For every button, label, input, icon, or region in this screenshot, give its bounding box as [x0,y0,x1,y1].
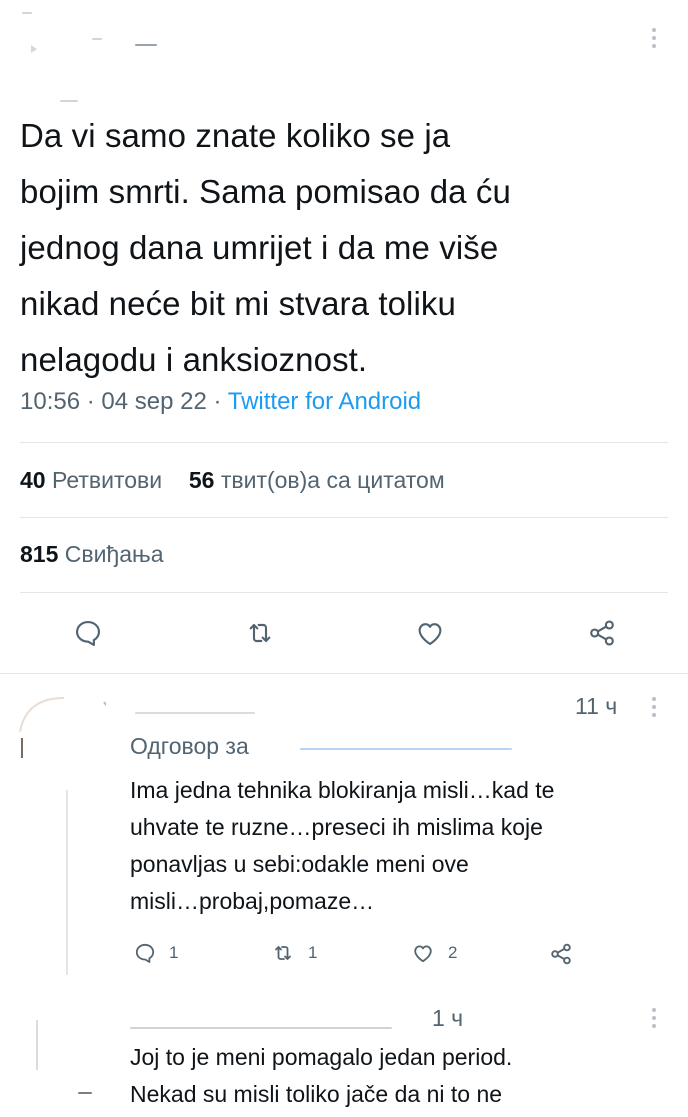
like-button[interactable] [410,613,450,653]
thread-line [66,790,68,975]
avatar-remnant [78,1092,92,1094]
retweet-icon [249,623,271,643]
reply-text-line: Ima jedna tehnika blokiranja misli…kad t… [130,777,555,803]
username-blurred [130,1027,392,1029]
reply-to-handle-blurred[interactable] [300,748,512,750]
tweet-time[interactable]: 10:56 [20,388,80,415]
divider [20,517,668,518]
reply-retweet-button[interactable]: 1 [270,941,317,965]
reply-age: 11 ч [575,693,618,719]
more-options-icon[interactable] [651,697,657,721]
likes-stat[interactable]: 815 Свиђања [20,541,164,568]
reply-like-button[interactable]: 2 [410,941,457,965]
reply-button[interactable] [68,613,108,653]
username-blurred [135,712,255,714]
reply-icon [135,943,155,963]
reply-age: 1 ч [432,1005,464,1031]
reply-reply-button[interactable]: 1 [133,941,178,965]
likes-label: Свиђања [64,541,164,567]
reply-to-label: Одговор за [130,733,249,759]
tweet-text-line: Da vi samo znate koliko se ja [20,117,451,154]
more-options-icon[interactable] [651,1008,657,1032]
tweet-text-line: bojim smrti. Sama pomisao da ću [20,173,511,210]
like-icon [414,945,432,963]
reply-text-line: misli…probaj,pomaze… [130,888,375,914]
tweet-text-line: nelagodu i anksioznost. [20,341,368,378]
reply-to-line: Одговор за [130,733,249,760]
username-blurred [92,38,102,40]
retweet-icon [275,946,291,960]
quotes-count: 56 [188,467,215,493]
stats-row: 40 Ретвитови 56 твит(ов)а са цитатом [20,467,445,494]
like-count: 2 [448,943,458,962]
quotes-stat[interactable]: 56 твит(ов)а са цитатом [189,467,445,493]
divider [20,592,668,593]
reply-text-line: uhvate te ruzne…preseci ih mislima koje [130,814,543,840]
retweet-button[interactable] [240,613,280,653]
share-icon [590,620,614,646]
reply-icon [76,621,100,647]
retweet-count: 1 [308,943,318,962]
divider [20,442,668,443]
reply-text-line: ponavljas u sebi:odakle meni ove [130,851,469,877]
handle-blurred [60,100,78,102]
retweets-label: Ретвитови [51,467,163,493]
avatar[interactable] [16,688,106,768]
retweets-stat[interactable]: 40 Ретвитови [20,467,162,493]
tweet-meta: 10:56 · 04 sep 22 · Twitter for Android [20,388,422,415]
reply-text-line: Joj to je meni pomagalo jedan period. [130,1044,513,1070]
handle-blurred [22,12,32,14]
reply-count: 1 [169,943,179,962]
retweets-count: 40 [20,467,46,493]
username-blurred [135,44,157,46]
avatar-remnant [30,44,38,54]
tweet-date[interactable]: 04 sep 22 [101,388,206,415]
thread-line [36,1020,38,1070]
divider [0,673,688,674]
tweet-text: Da vi samo znate koliko se ja bojim smrt… [20,108,670,388]
reply-share-button[interactable] [548,941,574,967]
share-button[interactable] [582,613,622,653]
share-icon [551,943,571,965]
quotes-label: твит(ов)а са цитатом [220,467,445,493]
tweet-source-link[interactable]: Twitter for Android [228,388,421,415]
likes-count: 815 [20,541,59,567]
reply-text: Joj to je meni pomagalo jedan period. Ne… [130,1039,680,1113]
tweet-text-line: jednog dana umrijet i da me više [20,229,499,266]
tweet-text-line: nikad neće bit mi stvara toliku [20,285,456,322]
reply-text: Ima jedna tehnika blokiranja misli…kad t… [130,772,680,920]
like-icon [418,623,442,645]
reply-text-line: Nekad su misli toliko jače da ni to ne [130,1081,503,1107]
more-options-icon[interactable] [651,28,657,52]
